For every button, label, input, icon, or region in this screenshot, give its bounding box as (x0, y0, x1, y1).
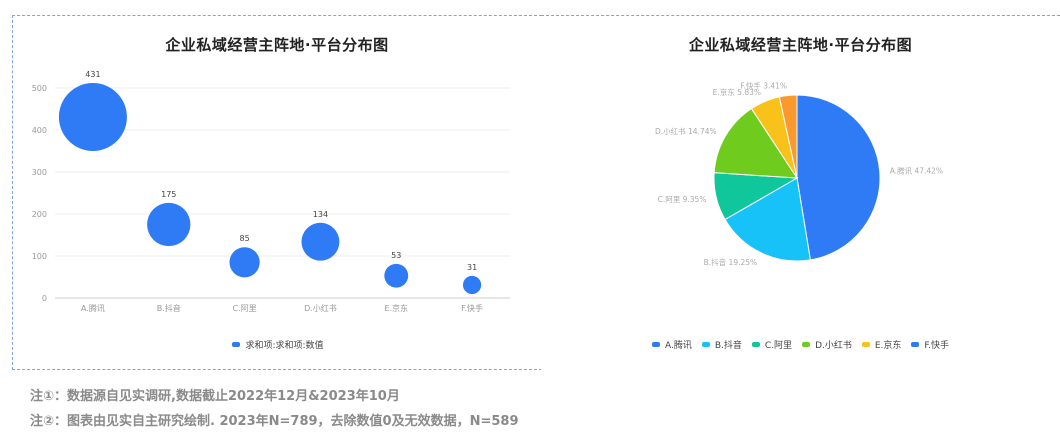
pie-legend-label: B.抖音 (714, 341, 742, 351)
pie-legend-item[interactable]: D.小红书 (802, 338, 852, 351)
bubble-point (301, 222, 340, 261)
y-tick-label: 0 (42, 294, 47, 303)
bubble-point (58, 82, 127, 151)
pie-slice (796, 94, 881, 261)
x-tick-label: B.抖音 (157, 303, 181, 313)
bubble-data-label: 31 (467, 263, 477, 272)
x-tick-label: A.腾讯 (81, 303, 105, 313)
pie-data-label: D.小红书 14.74% (655, 126, 717, 136)
pie-data-label: F.快手 3.41% (740, 81, 787, 91)
bubble-data-label: 85 (239, 234, 249, 243)
y-tick-label: 500 (32, 84, 47, 93)
pie-legend-item[interactable]: F.快手 (911, 338, 949, 351)
bubble-chart-panel: 企业私域经营主阵地·平台分布图 0 100 200 300 400 500 431 A.腾讯 1… (12, 15, 542, 370)
footnote-2: 注②：图表由见实自主研究绘制. 2023年N=789，去除数值0及无效数据，N=… (30, 414, 519, 429)
legend-swatch (651, 342, 660, 347)
x-tick-label: F.快手 (461, 303, 483, 313)
legend-swatch (701, 342, 710, 347)
pie-data-label: C.阿里 9.35% (658, 195, 707, 204)
x-tick-label: E.京东 (384, 303, 408, 313)
pie-legend-label: D.小红书 (815, 341, 852, 351)
pie-legend: A.腾讯 B.抖音 C.阿里 D.小红书 E.京东 F.快手 (541, 338, 1060, 351)
y-tick-label: 300 (32, 168, 47, 177)
y-tick-label: 100 (32, 252, 47, 261)
pie-legend-label: F.快手 (924, 341, 950, 351)
x-tick-label: D.小红书 (304, 303, 337, 313)
bubble-point (462, 275, 482, 295)
legend-swatch (911, 342, 920, 347)
pie-chart-panel: 企业私域经营主阵地·平台分布图 A.腾讯 47.42% B.抖音 19.25% C.… (541, 15, 1060, 370)
legend-swatch (861, 342, 870, 347)
legend-swatch (751, 342, 760, 347)
pie-legend-item[interactable]: A.腾讯 (651, 338, 692, 351)
pie-data-label: A.腾讯 47.42% (890, 165, 943, 175)
y-tick-label: 200 (32, 210, 47, 219)
pie-legend-item[interactable]: E.京东 (861, 338, 902, 351)
pie-legend-label: C.阿里 (764, 341, 793, 351)
legend-swatch (232, 342, 241, 347)
bubble-legend: 求和项:求和项:数值 (13, 338, 543, 351)
bubble-chart: 0 100 200 300 400 500 431 A.腾讯 175 B.抖音 85 C.阿里 134 D… (32, 70, 510, 313)
bubble-data-label: 53 (391, 251, 401, 260)
legend-swatch (802, 342, 811, 347)
pie-legend-item[interactable]: C.阿里 (751, 338, 793, 351)
bubble-legend-label: 求和项:求和项:数值 (245, 341, 324, 351)
bubble-point (147, 202, 191, 247)
pie-legend-item[interactable]: B.抖音 (701, 338, 742, 351)
bubble-legend-item[interactable]: 求和项:求和项:数值 (232, 338, 324, 351)
pie-legend-label: A.腾讯 (664, 341, 692, 351)
bubble-data-label: 134 (313, 210, 328, 219)
footnote-1: 注①：数据源自见实调研,数据截止2022年12月&2023年10月 (30, 389, 400, 404)
pie-legend-label: E.京东 (874, 341, 902, 351)
y-tick-label: 400 (32, 126, 47, 135)
bubble-data-label: 431 (85, 70, 100, 79)
bubble-data-label: 175 (161, 190, 176, 199)
x-tick-label: C.阿里 (233, 304, 257, 313)
pie-data-label: B.抖音 19.25% (704, 257, 758, 267)
bubble-point (384, 263, 409, 288)
bubble-point (229, 247, 260, 278)
pie-chart: A.腾讯 47.42% B.抖音 19.25% C.阿里 9.35% D.小红书 14… (655, 81, 943, 268)
